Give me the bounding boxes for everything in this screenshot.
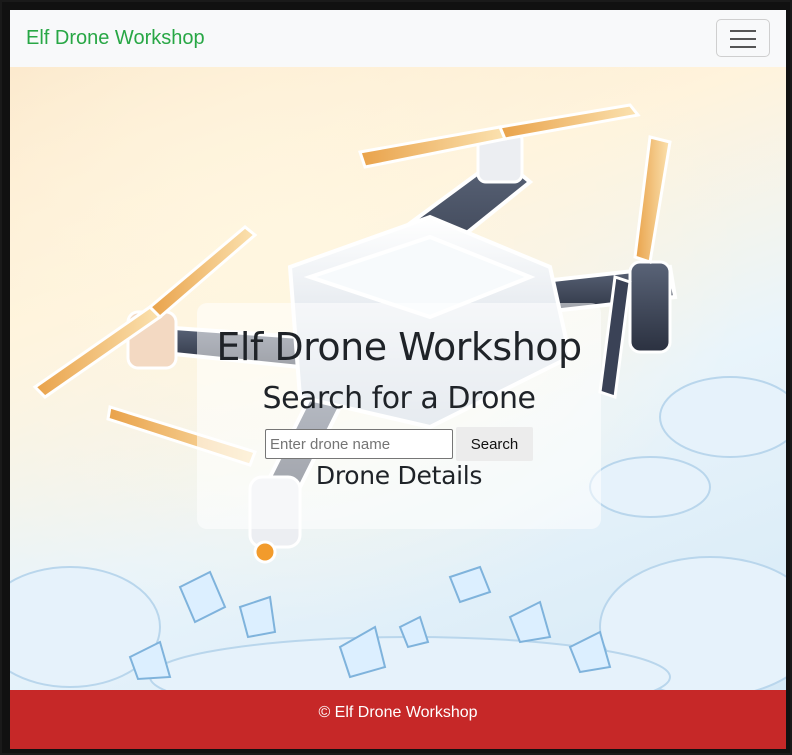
search-card: Elf Drone Workshop Search for a Drone Se… [197, 303, 601, 529]
page: Elf Drone Workshop Elf Drone Workshop Se… [10, 10, 786, 749]
browser-frame: Elf Drone Workshop Elf Drone Workshop Se… [0, 0, 792, 755]
search-button[interactable]: Search [456, 427, 533, 461]
footer-copyright: © Elf Drone Workshop [318, 704, 478, 721]
footer: © Elf Drone Workshop [10, 690, 786, 749]
search-heading: Search for a Drone [262, 381, 536, 416]
navbar-toggler-button[interactable] [716, 19, 770, 57]
hero-section: Elf Drone Workshop Search for a Drone Se… [10, 67, 786, 690]
page-title: Elf Drone Workshop [216, 325, 582, 369]
navbar: Elf Drone Workshop [10, 10, 786, 68]
drone-details-heading: Drone Details [315, 461, 483, 490]
hamburger-menu-icon [730, 30, 756, 48]
search-form: Search [265, 427, 533, 461]
drone-name-input[interactable] [265, 429, 453, 459]
navbar-brand-link[interactable]: Elf Drone Workshop [26, 27, 205, 50]
